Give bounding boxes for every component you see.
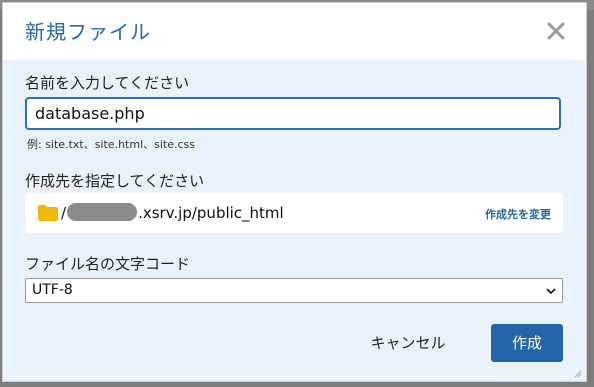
close-icon [547,22,565,40]
dialog-body: 名前を入力してください 例: site.txt、site.html、site.c… [3,60,586,381]
destination-path: / .xsrv.jp/public_html [61,203,284,222]
path-prefix: / [61,204,67,222]
encoding-select[interactable]: UTF-8 [25,278,563,303]
dialog-header: 新規ファイル [3,3,586,61]
change-destination-link[interactable]: 作成先を変更 [485,206,551,222]
file-name-input[interactable] [25,97,561,130]
new-file-dialog: 新規ファイル 名前を入力してください 例: site.txt、site.html… [2,2,587,382]
create-button[interactable]: 作成 [491,324,563,362]
chevron-down-icon [546,286,556,296]
folder-icon [37,204,59,222]
encoding-label: ファイル名の文字コード [25,255,191,273]
name-label: 名前を入力してください [25,74,190,92]
redacted-domain [67,203,138,221]
file-name-hint: 例: site.txt、site.html、site.css [27,138,195,151]
close-button[interactable] [542,17,570,45]
encoding-selected-value: UTF-8 [32,282,73,298]
resize-grip-icon[interactable] [574,370,582,378]
path-suffix: .xsrv.jp/public_html [138,204,284,222]
destination-label: 作成先を指定してください [25,172,205,190]
dialog-title: 新規ファイル [25,20,151,44]
destination-box: / .xsrv.jp/public_html 作成先を変更 [25,193,563,233]
cancel-button[interactable]: キャンセル [358,324,458,362]
